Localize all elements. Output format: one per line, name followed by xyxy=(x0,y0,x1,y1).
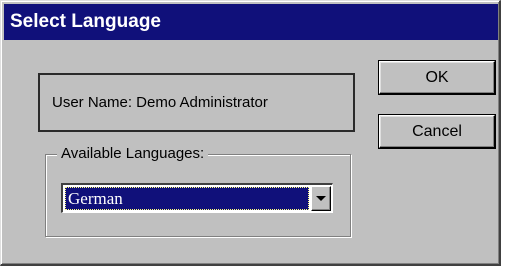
ok-button[interactable]: OK xyxy=(378,60,496,95)
available-languages-label: Available Languages: xyxy=(57,144,209,164)
cancel-button[interactable]: Cancel xyxy=(378,114,496,149)
language-dropdown[interactable]: German xyxy=(61,183,333,213)
chevron-down-icon xyxy=(316,196,326,201)
title-bar[interactable]: Select Language xyxy=(4,4,498,40)
user-name-panel: User Name: Demo Administrator xyxy=(38,73,355,132)
window-title: Select Language xyxy=(10,11,161,32)
available-languages-group: Available Languages: German xyxy=(45,144,351,237)
select-language-dialog: Select Language User Name: Demo Administ… xyxy=(0,0,501,266)
language-selected-value[interactable]: German xyxy=(65,187,309,210)
dropdown-button[interactable] xyxy=(311,186,331,211)
user-name-label: User Name: Demo Administrator xyxy=(52,94,268,111)
